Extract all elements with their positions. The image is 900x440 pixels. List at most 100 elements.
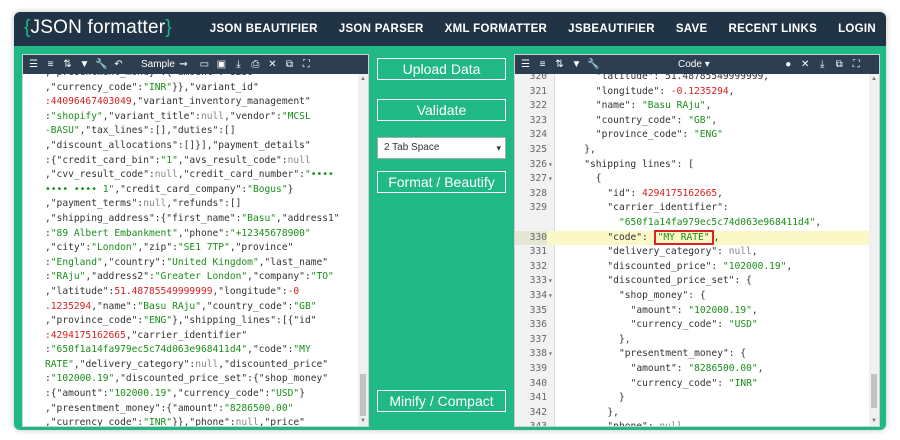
code-token: "RAju" — [50, 271, 86, 283]
code-token: }, — [584, 144, 596, 155]
output-scrollbar[interactable]: ▲ ▼ — [869, 74, 879, 426]
mode-dropdown[interactable]: Code ▾ — [678, 59, 710, 70]
code-token: null — [659, 421, 682, 426]
sample-button[interactable]: Sample — [141, 59, 175, 70]
download-icon[interactable]: ⤓ — [230, 59, 247, 70]
highlighted-value: "MY RATE" — [653, 229, 714, 245]
fold-toggle-icon[interactable]: ▾ — [548, 172, 553, 187]
indent-icon[interactable]: ☰ — [25, 59, 42, 70]
wrench-icon[interactable]: 🔧 — [585, 59, 602, 70]
code-token: ,"variant_inventory_management" — [131, 96, 311, 108]
logo-brace-close: } — [165, 17, 172, 38]
scroll-down-icon[interactable]: ▼ — [360, 418, 366, 424]
tab-space-select[interactable]: 2 Tab Space ▾ — [377, 137, 506, 159]
line-number: 332 — [529, 260, 547, 272]
code-line: 323 "country_code": "GB", — [515, 114, 871, 129]
route-icon[interactable]: ⇝ — [175, 59, 192, 70]
fold-toggle-icon[interactable]: ▾ — [548, 274, 553, 289]
code-text: }, — [584, 143, 596, 158]
format-beautify-button[interactable]: Format / Beautify — [377, 171, 506, 193]
code-token: "currency_code": — [630, 319, 729, 331]
validate-button[interactable]: Validate — [377, 99, 506, 121]
code-token: ,"province_code": — [45, 315, 144, 327]
fullscreen-icon[interactable]: ⛶ — [298, 59, 315, 70]
code-token: , — [717, 187, 723, 199]
code-token: "shipping lines": [ — [584, 158, 694, 170]
code-text: "id": 4294175162665, — [607, 187, 723, 202]
pin-icon[interactable]: ● — [780, 59, 797, 70]
code-token: "Bogus" — [247, 183, 288, 195]
code-line: 326 ▾ "shipping lines": [ — [515, 158, 871, 173]
download-icon[interactable]: ⤓ — [814, 59, 831, 70]
code-line: •••• •••• 1","credit_card_company":"Bogu… — [45, 183, 359, 198]
code-text: "code": "MY RATE", — [607, 229, 719, 246]
sort-icon[interactable]: ⇅ — [59, 59, 76, 70]
line-number: 323 — [529, 114, 547, 126]
nav-xml-formatter[interactable]: XML FORMATTER — [445, 23, 548, 35]
upload-data-button[interactable]: Upload Data — [377, 58, 506, 80]
code-line: ,"presentment_money":{"amount":"8286" — [45, 74, 359, 81]
code-text: "carrier_identifier": — [607, 201, 728, 216]
output-code-area[interactable]: 320 "latitude": 51.48785549999999, 321 "lon… — [515, 74, 871, 426]
fold-toggle-icon[interactable]: ▾ — [548, 158, 553, 173]
code-token: ,"company": — [247, 271, 311, 283]
copy-icon[interactable]: ⧉ — [281, 59, 298, 70]
filter-icon[interactable]: ▼ — [76, 59, 93, 70]
code-line: :"RAju","address2":"Greater London","com… — [45, 270, 359, 285]
nav-recent-links[interactable]: RECENT LINKS — [729, 23, 818, 35]
code-token: "GB" — [293, 300, 317, 312]
code-token: ,"presentment_money":{"amount": — [45, 402, 225, 414]
sort-icon[interactable]: ⇅ — [551, 59, 568, 70]
code-text: "longitude": -0.1235294, — [596, 85, 735, 100]
code-token: "London" — [91, 242, 138, 254]
scroll-up-icon[interactable]: ▲ — [360, 76, 366, 82]
folder-icon[interactable]: ▭ — [196, 59, 213, 70]
code-token: null — [143, 198, 167, 210]
minify-compact-button[interactable]: Minify / Compact — [377, 390, 506, 412]
scroll-up-icon[interactable]: ▲ — [871, 76, 877, 82]
code-line: 337}, — [515, 333, 871, 348]
nav-json-beautifier[interactable]: JSON BEAUTIFIER — [210, 23, 318, 35]
site-logo[interactable]: {JSON formatter} — [24, 17, 172, 39]
print-icon[interactable]: ⎙ — [247, 59, 264, 70]
code-token: , — [711, 114, 718, 126]
undo-icon[interactable]: ↶ — [110, 59, 127, 70]
filter-icon[interactable]: ▼ — [568, 59, 585, 70]
code-line: 320 "latitude": 51.48785549999999, — [515, 74, 871, 85]
line-number: 325 — [529, 144, 547, 155]
code-token: -0 — [287, 285, 300, 297]
nav-jsbeautifier[interactable]: JSBEAUTIFIER — [568, 23, 655, 35]
input-editor-panel: ☰ ≡ ⇅ ▼ 🔧 ↶ Sample ⇝ ▭ ▣ ⤓ ⎙ ✕ ⧉ ⛶ ,"pre… — [22, 54, 369, 427]
nav-save[interactable]: SAVE — [676, 23, 708, 35]
save-icon[interactable]: ▣ — [213, 59, 230, 70]
align-icon[interactable]: ≡ — [42, 59, 59, 70]
fold-toggle-icon[interactable]: ▾ — [548, 347, 553, 362]
line-number: 335 — [529, 304, 547, 316]
copy-icon[interactable]: ⧉ — [831, 59, 848, 70]
code-line: ,"city":"London","zip":"SE1 7TP","provin… — [45, 241, 359, 256]
nav-json-parser[interactable]: JSON PARSER — [339, 23, 424, 35]
align-icon[interactable]: ≡ — [534, 59, 551, 70]
code-token: "8286500.00" — [224, 402, 294, 414]
output-scroll-thumb[interactable] — [871, 374, 877, 408]
code-line: :"102000.19","discounted_price_set":{"sh… — [45, 372, 359, 387]
code-token: "102000.19" — [722, 260, 787, 272]
close-icon[interactable]: ✕ — [264, 59, 281, 70]
code-token: "Basu" — [241, 212, 277, 224]
input-scrollbar[interactable]: ▲ ▼ — [358, 74, 368, 426]
wrench-icon[interactable]: 🔧 — [93, 59, 110, 70]
indent-icon[interactable]: ☰ — [517, 59, 534, 70]
input-code-area[interactable]: ,"presentment_money":{"amount":"8286" ,"c… — [23, 74, 359, 426]
code-line: RATE","delivery_category":null,"discount… — [45, 358, 359, 373]
fullscreen-icon[interactable]: ⛶ — [848, 59, 865, 70]
close-icon[interactable]: ✕ — [797, 59, 814, 70]
code-token: "Basu RAju" — [137, 300, 201, 312]
code-token: "discounted_price": — [607, 260, 723, 272]
input-scroll-thumb[interactable] — [360, 374, 366, 416]
fold-toggle-icon[interactable]: ▾ — [548, 289, 553, 304]
nav-login[interactable]: LOGIN — [838, 23, 876, 35]
line-number: 337 — [529, 333, 547, 345]
code-token: ,"discounted_price_set":{"shop_money" — [114, 373, 329, 385]
code-token: ,"carrier_identifier" — [125, 329, 248, 341]
scroll-down-icon[interactable]: ▼ — [871, 418, 877, 424]
